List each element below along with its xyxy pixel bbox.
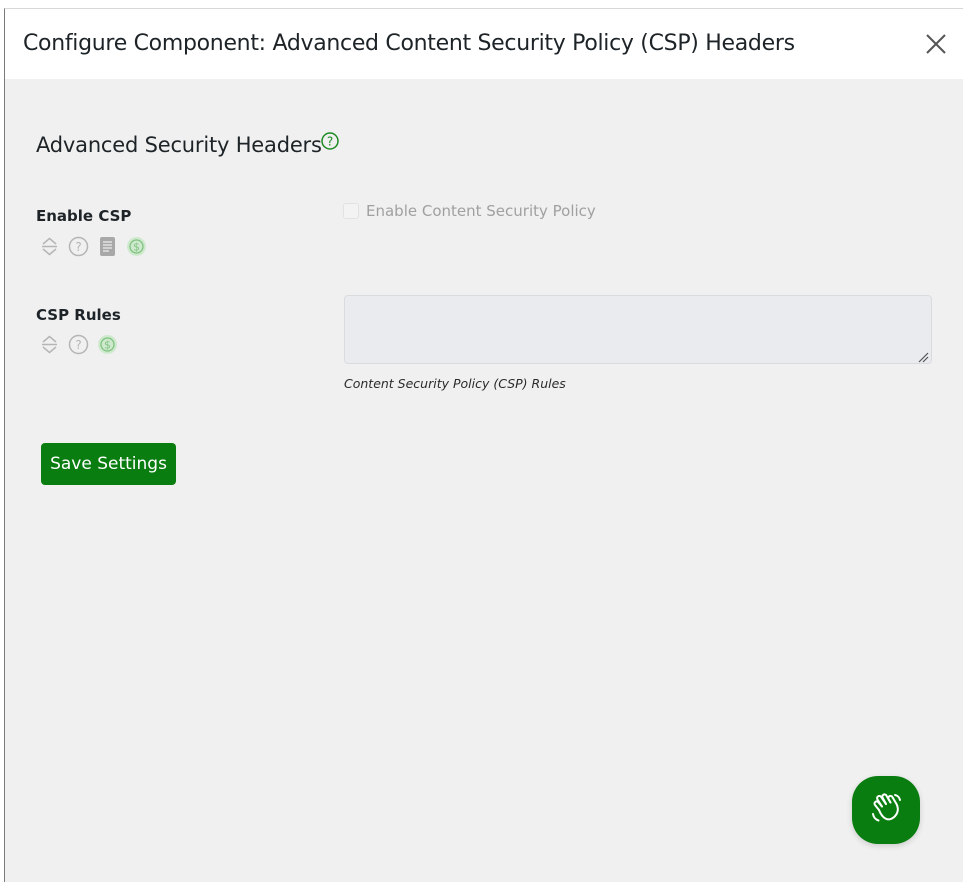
csp-rules-textarea[interactable] [344,295,932,364]
save-settings-button[interactable]: Save Settings [41,443,176,485]
section-help-icon[interactable]: ? [320,131,340,151]
help-icon[interactable]: ? [68,236,89,257]
sort-arrows-icon[interactable] [39,236,60,257]
svg-text:?: ? [75,338,81,352]
waving-hand-icon [868,790,904,831]
modal-header: Configure Component: Advanced Content Se… [5,9,963,79]
help-widget-button[interactable] [852,776,920,844]
enable-csp-checkbox-group: Enable Content Security Policy [343,202,596,220]
field-icons-csp-rules: ? $ [39,334,118,355]
svg-text:$: $ [104,339,111,351]
document-icon[interactable] [97,236,118,257]
section-title: Advanced Security Headers [36,133,322,157]
svg-text:$: $ [133,241,140,253]
modal-title: Configure Component: Advanced Content Se… [23,31,795,56]
svg-text:?: ? [327,135,333,149]
help-icon[interactable]: ? [68,334,89,355]
enable-csp-checkbox[interactable] [343,203,359,219]
dollar-icon[interactable]: $ [126,236,147,257]
sort-arrows-icon[interactable] [39,334,60,355]
field-label-enable-csp: Enable CSP [36,207,132,225]
close-icon[interactable] [923,31,949,57]
enable-csp-checkbox-label[interactable]: Enable Content Security Policy [366,202,596,220]
svg-text:?: ? [75,240,81,254]
csp-rules-description: Content Security Policy (CSP) Rules [344,376,566,391]
dollar-icon[interactable]: $ [97,334,118,355]
resize-grip-icon[interactable] [917,350,929,363]
field-label-csp-rules: CSP Rules [36,306,121,324]
field-icons-enable-csp: ? $ [39,236,147,257]
configure-component-modal: Configure Component: Advanced Content Se… [4,8,963,882]
